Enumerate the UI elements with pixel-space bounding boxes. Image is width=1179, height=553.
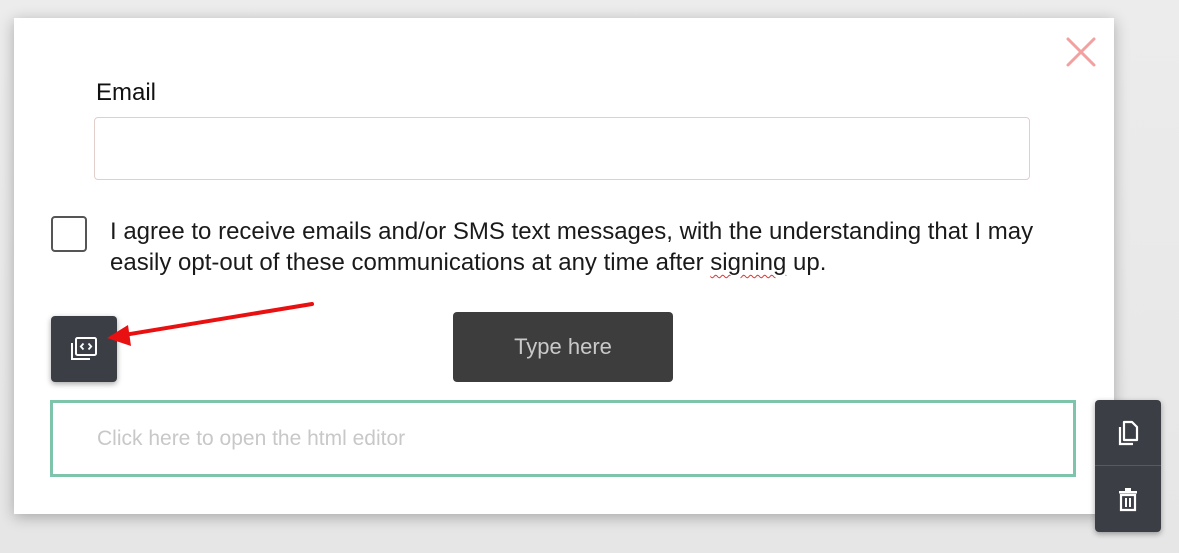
submit-button[interactable]: Type here (453, 312, 673, 382)
block-toolbar (1095, 400, 1161, 532)
html-editor-field[interactable]: Click here to open the html editor (50, 400, 1076, 477)
copy-icon (1118, 420, 1139, 445)
email-field[interactable] (94, 117, 1030, 180)
consent-text-end: up. (786, 249, 827, 276)
consent-checkbox[interactable] (51, 216, 87, 252)
delete-button[interactable] (1095, 466, 1161, 531)
close-button[interactable] (1064, 35, 1098, 69)
code-embed-icon (71, 337, 97, 360)
consent-text: I agree to receive emails and/or SMS tex… (110, 216, 1060, 278)
trash-icon (1119, 487, 1137, 511)
consent-text-main: I agree to receive emails and/or SMS tex… (110, 218, 1034, 276)
email-label: Email (96, 79, 157, 106)
copy-button[interactable] (1095, 400, 1161, 465)
html-editor-placeholder: Click here to open the html editor (97, 426, 406, 450)
embed-code-button[interactable] (51, 316, 117, 382)
screen: Email I agree to receive emails and/or S… (0, 0, 1179, 553)
consent-text-misspelled-word: signing (710, 249, 787, 276)
close-icon (1066, 37, 1096, 67)
